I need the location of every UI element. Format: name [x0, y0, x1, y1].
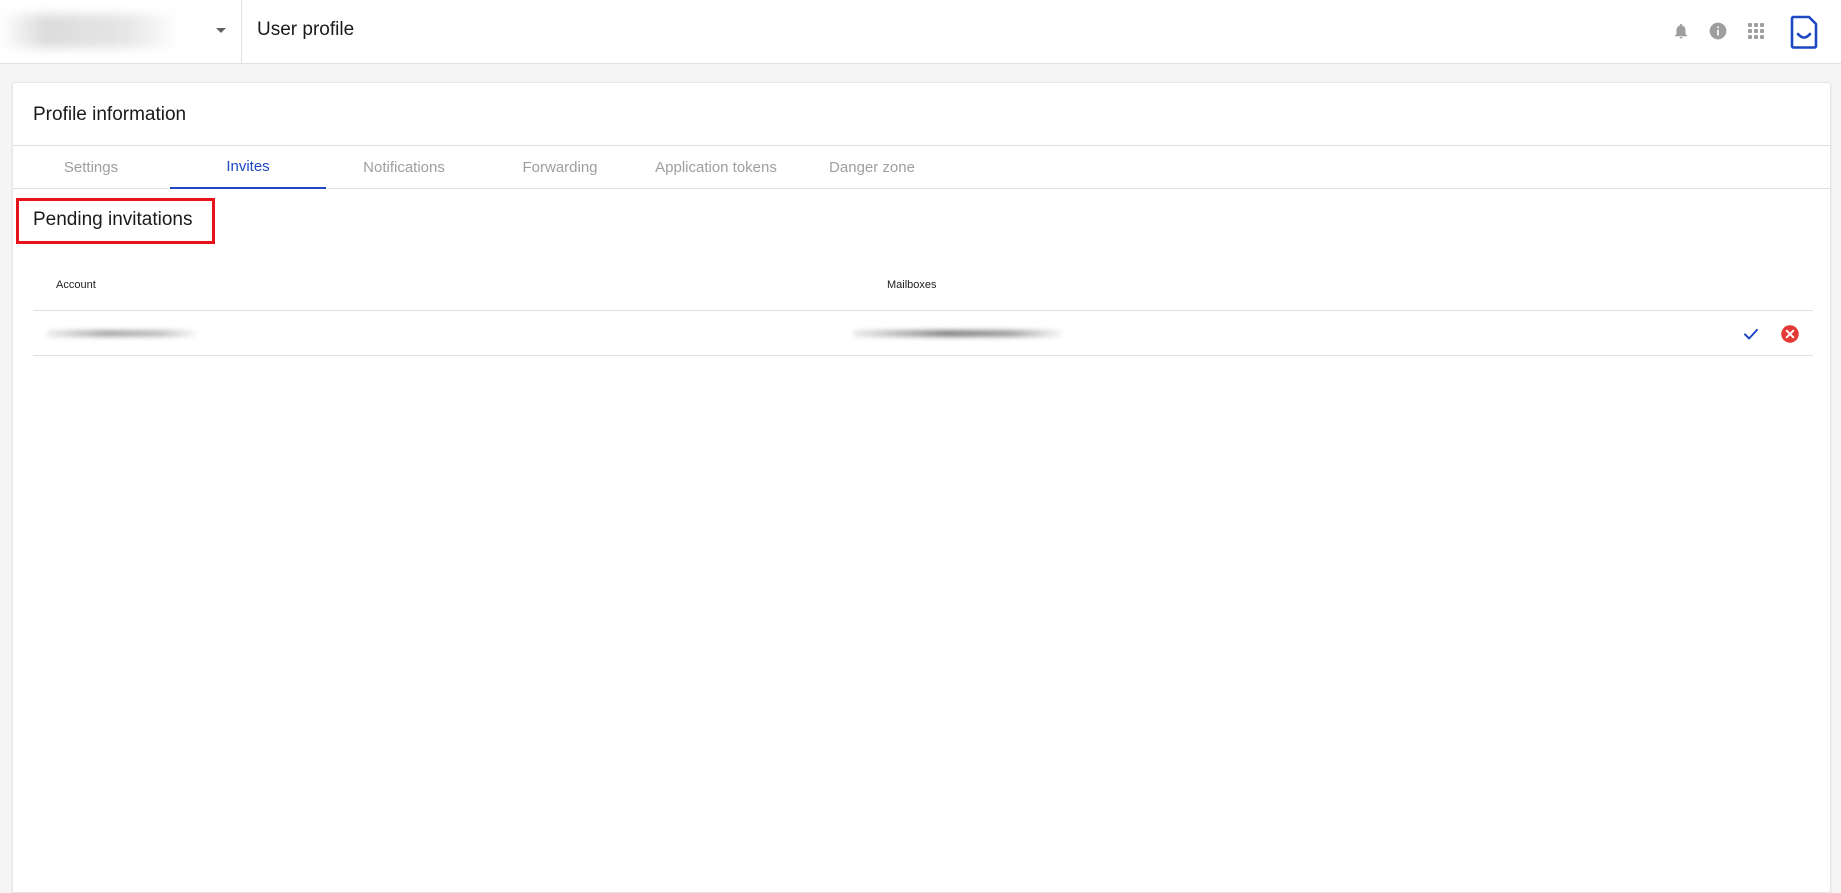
invitations-table: Account Mailboxes: [33, 261, 1813, 356]
section-title: Pending invitations: [33, 209, 193, 230]
profile-tabs: Settings Invites Notifications Forwardin…: [13, 145, 1830, 189]
table-header: Account Mailboxes: [33, 261, 1813, 311]
tab-invites[interactable]: Invites: [170, 146, 326, 189]
account-name-redacted: [0, 14, 180, 48]
bell-icon[interactable]: [1670, 20, 1692, 42]
account-value-redacted: [47, 330, 197, 337]
tab-application-tokens[interactable]: Application tokens: [638, 146, 794, 189]
decline-invite-button[interactable]: [1779, 323, 1801, 345]
column-header-account: Account: [56, 279, 96, 291]
chevron-down-icon[interactable]: [216, 28, 226, 33]
tab-notifications[interactable]: Notifications: [326, 146, 482, 189]
mailbox-value-redacted: [853, 330, 1063, 337]
page-title: User profile: [257, 19, 355, 40]
app-logo-icon[interactable]: [1789, 14, 1819, 50]
card-title: Profile information: [33, 104, 187, 125]
column-header-mailboxes: Mailboxes: [887, 279, 937, 291]
tab-forwarding[interactable]: Forwarding: [482, 146, 638, 189]
tab-settings[interactable]: Settings: [13, 146, 169, 189]
top-bar: User profile: [0, 0, 1841, 64]
check-icon: [1744, 328, 1758, 340]
apps-grid-icon[interactable]: [1745, 20, 1767, 42]
cancel-circle-icon: [1781, 325, 1799, 343]
table-row: [33, 311, 1813, 356]
tab-danger-zone[interactable]: Danger zone: [794, 146, 950, 189]
info-icon[interactable]: [1707, 20, 1729, 42]
account-switcher[interactable]: [0, 0, 242, 63]
accept-invite-button[interactable]: [1740, 323, 1762, 345]
profile-card: Profile information Settings Invites Not…: [12, 82, 1831, 893]
